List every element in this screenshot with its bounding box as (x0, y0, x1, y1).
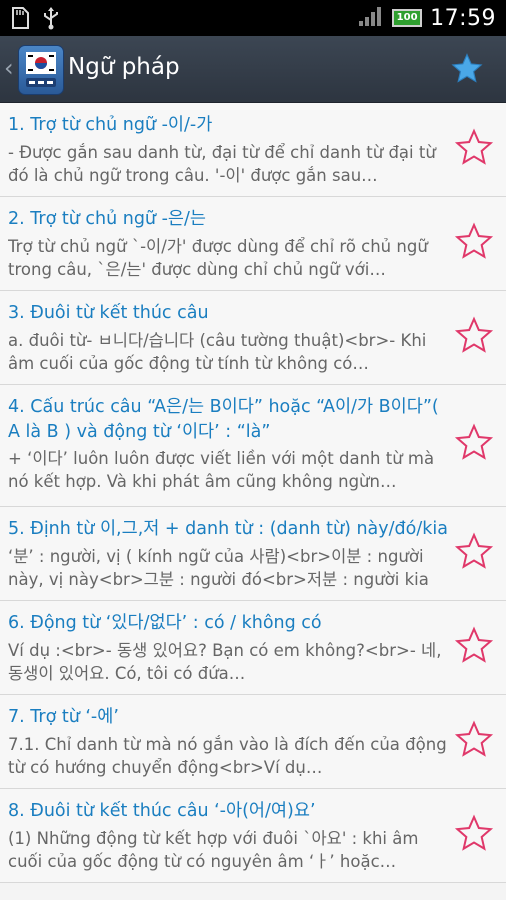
item-title: 7. Trợ từ ‘-에’ (8, 707, 119, 727)
item-description: + ‘이다’ luôn luôn được viết liền với một … (8, 449, 435, 491)
usb-icon (42, 6, 60, 34)
favorite-star-icon[interactable] (454, 316, 494, 356)
app-bar: ‹ Ngữ pháp (0, 36, 506, 104)
item-title: 8. Đuôi từ kết thúc câu ‘-아(어/여)요’ (8, 801, 316, 821)
list-item[interactable]: 1. Trợ từ chủ ngữ -이/-가 - Được gắn sau d… (0, 103, 506, 197)
item-title: 3. Đuôi từ kết thúc câu (8, 303, 209, 323)
item-title: 2. Trợ từ chủ ngữ -은/는 (8, 209, 206, 229)
item-description: Ví dụ :<br>- 동생 있어요? Bạn có em không?<br… (8, 641, 442, 683)
item-description: Trợ từ chủ ngữ `-이/가' được dùng để chỉ r… (8, 237, 428, 279)
item-title: 1. Trợ từ chủ ngữ -이/-가 (8, 115, 213, 135)
korean-flag-app-icon[interactable] (18, 45, 64, 95)
sd-card-icon (10, 6, 30, 34)
item-title: 5. Định từ 이,그,저 + danh từ : (danh từ) n… (8, 519, 448, 539)
item-description: 7.1. Chỉ danh từ mà nó gắn vào là đích đ… (8, 735, 447, 777)
clock: 17:59 (430, 5, 496, 31)
list-item[interactable]: 3. Đuôi từ kết thúc câu a. đuôi từ- ㅂ니다/… (0, 291, 506, 385)
favorite-star-icon[interactable] (454, 222, 494, 262)
list-item[interactable]: 6. Động từ ‘있다/없다’ : có / không có Ví dụ… (0, 601, 506, 695)
favorite-star-icon[interactable] (454, 532, 494, 572)
signal-icon (358, 4, 384, 32)
battery-icon: 100 (392, 9, 423, 27)
favorite-star-icon[interactable] (454, 626, 494, 666)
list-item[interactable]: 4. Cấu trúc câu “A은/는 B이다” hoặc “A이/가 B이… (0, 385, 506, 507)
status-bar: 100 17:59 (0, 0, 506, 36)
favorite-star-icon[interactable] (454, 814, 494, 854)
favorite-star-icon[interactable] (454, 423, 494, 463)
star-icon[interactable] (450, 52, 484, 86)
page-title: Ngữ pháp (68, 54, 180, 80)
item-title: 6. Động từ ‘있다/없다’ : có / không có (8, 613, 322, 633)
favorite-star-icon[interactable] (454, 720, 494, 760)
list-item[interactable]: 7. Trợ từ ‘-에’ 7.1. Chỉ danh từ mà nó gắ… (0, 695, 506, 789)
item-title: 4. Cấu trúc câu “A은/는 B이다” hoặc “A이/가 B이… (8, 397, 439, 442)
item-description: (1) Những động từ kết hợp với đuôi `아요' … (8, 829, 419, 871)
item-description: ‘분’ : người, vị ( kính ngữ của 사람)<br>이분… (8, 547, 429, 589)
chevron-left-icon[interactable]: ‹ (4, 54, 14, 82)
grammar-list[interactable]: 1. Trợ từ chủ ngữ -이/-가 - Được gắn sau d… (0, 103, 506, 900)
favorite-star-icon[interactable] (454, 128, 494, 168)
list-item[interactable]: 2. Trợ từ chủ ngữ -은/는 Trợ từ chủ ngữ `-… (0, 197, 506, 291)
item-description: a. đuôi từ- ㅂ니다/습니다 (câu tường thuật)<br… (8, 331, 427, 373)
item-description: - Được gắn sau danh từ, đại từ để chỉ da… (8, 143, 436, 185)
list-item[interactable]: 5. Định từ 이,그,저 + danh từ : (danh từ) n… (0, 507, 506, 601)
list-item[interactable]: 8. Đuôi từ kết thúc câu ‘-아(어/여)요’ (1) N… (0, 789, 506, 883)
